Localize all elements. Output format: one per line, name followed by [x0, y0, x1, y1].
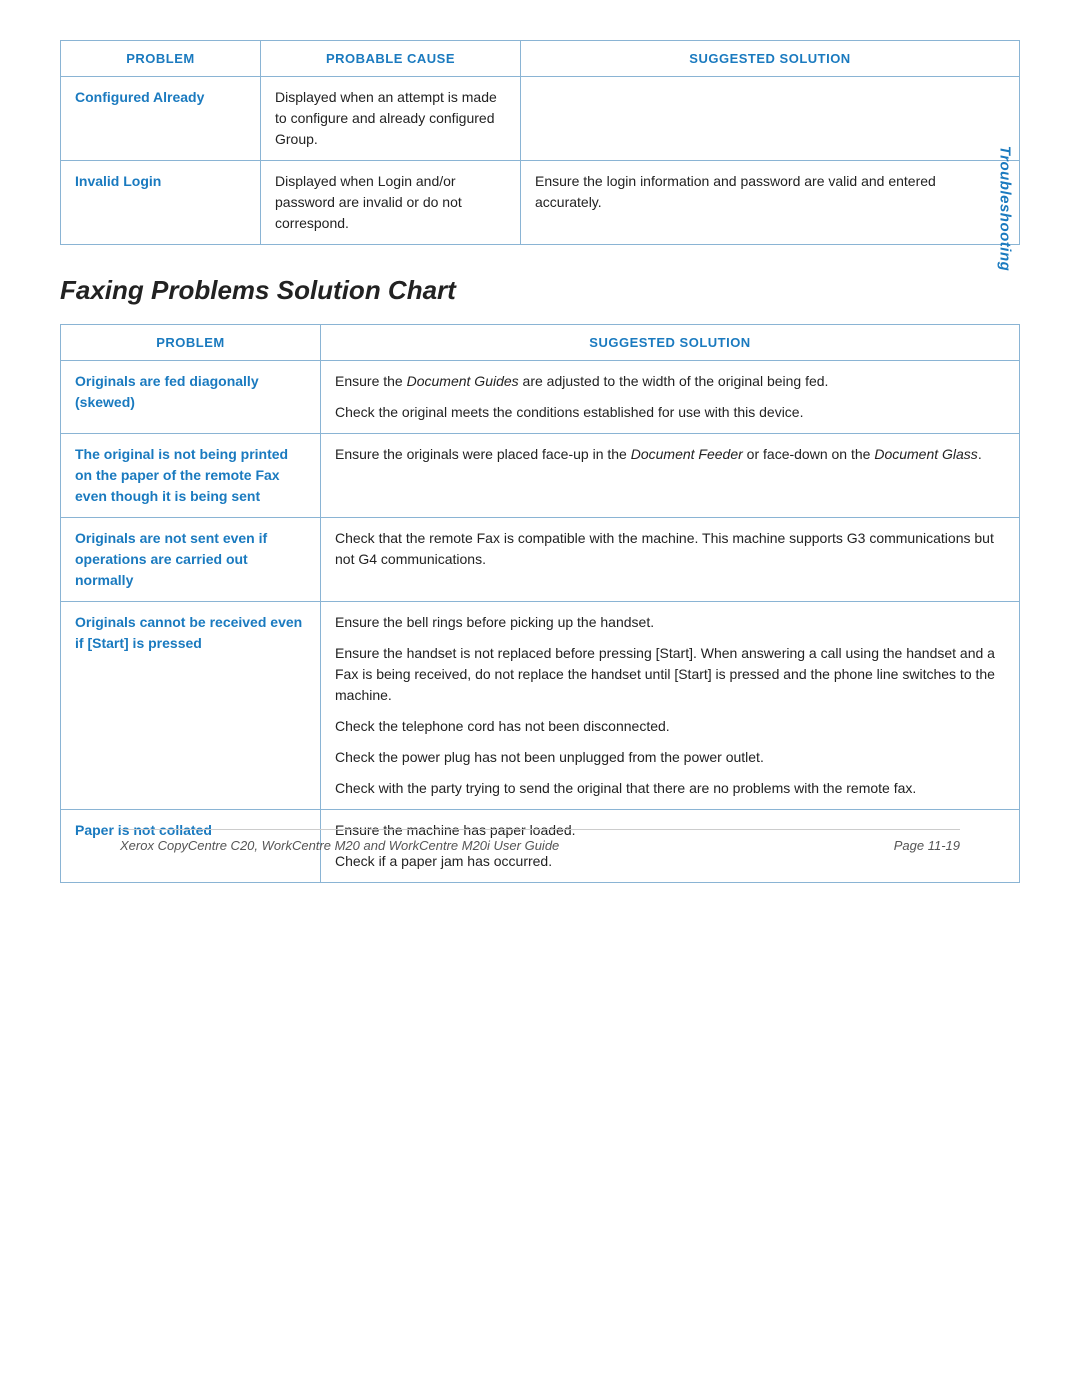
fax-table: PROBLEM SUGGESTED SOLUTION Originals are…	[60, 324, 1020, 883]
table-row: Configured Already Displayed when an att…	[61, 77, 1020, 161]
problem-cell: Originals cannot be received even if [St…	[61, 602, 321, 810]
cause-cell: Displayed when an attempt is made to con…	[261, 77, 521, 161]
table-row: Invalid Login Displayed when Login and/o…	[61, 161, 1020, 245]
top-header-cause: PROBABLE CAUSE	[261, 41, 521, 77]
problem-cell: Originals are fed diagonally (skewed)	[61, 361, 321, 434]
solution-cell: Ensure the bell rings before picking up …	[321, 602, 1020, 810]
problem-cell: Configured Already	[61, 77, 261, 161]
solution-cell: Ensure the Document Guides are adjusted …	[321, 361, 1020, 434]
section-title: Faxing Problems Solution Chart	[60, 275, 1020, 306]
solution-cell: Ensure the login information and passwor…	[521, 161, 1020, 245]
solution-cell: Ensure the originals were placed face-up…	[321, 434, 1020, 518]
solution-cell: Check that the remote Fax is compatible …	[321, 518, 1020, 602]
fax-header-problem: PROBLEM	[61, 325, 321, 361]
cause-cell: Displayed when Login and/or password are…	[261, 161, 521, 245]
footer-left: Xerox CopyCentre C20, WorkCentre M20 and…	[120, 838, 559, 853]
footer-right: Page 11-19	[894, 838, 960, 853]
top-table: PROBLEM PROBABLE CAUSE SUGGESTED SOLUTIO…	[60, 40, 1020, 245]
top-header-problem: PROBLEM	[61, 41, 261, 77]
problem-cell: Originals are not sent even if operation…	[61, 518, 321, 602]
problem-cell: The original is not being printed on the…	[61, 434, 321, 518]
sidebar-label: Troubleshooting	[997, 146, 1014, 272]
fax-header-solution: SUGGESTED SOLUTION	[321, 325, 1020, 361]
solution-cell	[521, 77, 1020, 161]
top-header-solution: SUGGESTED SOLUTION	[521, 41, 1020, 77]
table-row: Originals are fed diagonally (skewed) En…	[61, 361, 1020, 434]
table-row: The original is not being printed on the…	[61, 434, 1020, 518]
footer: Xerox CopyCentre C20, WorkCentre M20 and…	[120, 829, 960, 853]
table-row: Originals cannot be received even if [St…	[61, 602, 1020, 810]
table-row: Originals are not sent even if operation…	[61, 518, 1020, 602]
problem-cell: Invalid Login	[61, 161, 261, 245]
